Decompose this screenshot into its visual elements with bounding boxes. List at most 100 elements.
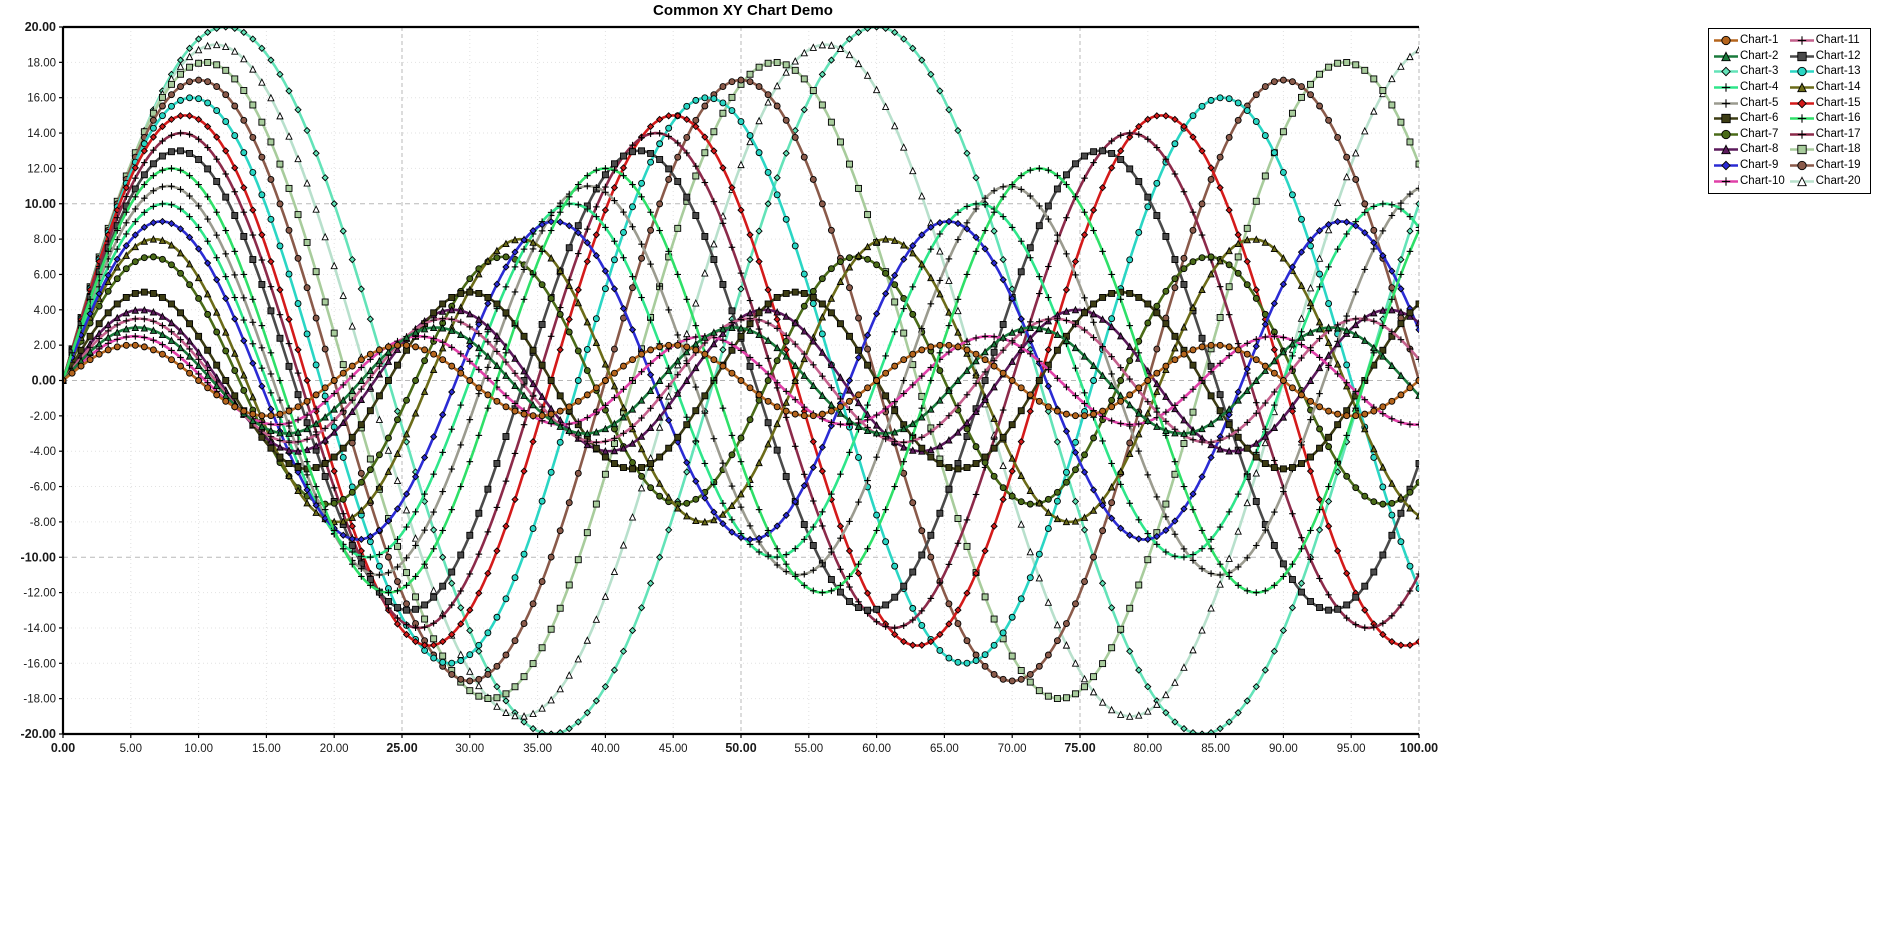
legend-item-chart-13[interactable]: Chart-13 [1789, 64, 1865, 80]
x-axis-tick-label: 95.00 [1337, 743, 1366, 755]
legend[interactable]: Chart-1 Chart-2 Chart-3 Chart-4 Chart-5 Chart… [1708, 28, 1871, 194]
legend-column-1: Chart-1 Chart-2 Chart-3 Chart-4 Chart-5 Chart… [1713, 33, 1789, 189]
legend-item-label: Chart-1 [1740, 34, 1779, 47]
legend-marker-circle-icon [1713, 34, 1739, 47]
legend-marker-square-icon [1789, 50, 1815, 63]
x-axis-tick-label: 15.00 [252, 743, 281, 755]
legend-item-label: Chart-16 [1815, 112, 1861, 125]
legend-marker-diamond-icon [1713, 159, 1739, 172]
x-axis-tick-label: 5.00 [120, 743, 142, 755]
y-axis-tick-label: 8.00 [34, 234, 56, 246]
legend-marker-plus-icon [1713, 175, 1739, 188]
legend-item-label: Chart-14 [1815, 81, 1861, 94]
x-axis-tick-label: 85.00 [1201, 743, 1230, 755]
legend-item-label: Chart-8 [1740, 143, 1779, 156]
y-axis-tick-label: 14.00 [27, 128, 56, 140]
legend-item-chart-14[interactable]: Chart-14 [1789, 80, 1865, 96]
y-axis-tick-label: -18.00 [23, 694, 56, 706]
x-axis-tick-label: 65.00 [930, 743, 959, 755]
legend-item-chart-19[interactable]: Chart-19 [1789, 158, 1865, 174]
y-axis-tick-label: -10.00 [21, 550, 56, 564]
x-axis-tick-label: 90.00 [1269, 743, 1298, 755]
chart-container: Common XY Chart Demo 20.00 18.00 16.00 14.0… [0, 0, 1898, 941]
x-axis-tick-label: 100.00 [1400, 741, 1438, 755]
y-axis-tick-label: 0.00 [32, 374, 56, 388]
legend-marker-diamond-icon [1713, 65, 1739, 78]
y-axis-tick-label: -8.00 [30, 517, 56, 529]
x-axis-tick-label: 80.00 [1133, 743, 1162, 755]
x-axis-tick-label: 45.00 [659, 743, 688, 755]
y-axis-tick-label: -4.00 [30, 446, 56, 458]
legend-item-label: Chart-18 [1815, 143, 1861, 156]
legend-item-label: Chart-2 [1740, 49, 1779, 62]
legend-item-label: Chart-15 [1815, 96, 1861, 109]
legend-item-label: Chart-20 [1815, 174, 1861, 187]
y-axis-tick-label: -20.00 [21, 727, 56, 741]
legend-column-2: Chart-11 Chart-12 Chart-13 Chart-14 Chart-15… [1789, 33, 1865, 189]
legend-marker-square-icon [1713, 112, 1739, 125]
legend-item-chart-3[interactable]: Chart-3 [1713, 64, 1789, 80]
legend-item-chart-11[interactable]: Chart-11 [1789, 33, 1865, 49]
plot-canvas: 20.00 18.00 16.00 14.00 12.00 10.00 8.00 6.00 4.… [21, 20, 1439, 755]
legend-item-label: Chart-3 [1740, 65, 1779, 78]
y-axis-tick-label: 2.00 [34, 340, 56, 352]
legend-item-label: Chart-13 [1815, 65, 1861, 78]
legend-marker-circle-icon [1713, 128, 1739, 141]
legend-item-chart-6[interactable]: Chart-6 [1713, 111, 1789, 127]
x-axis-tick-label: 35.00 [523, 743, 552, 755]
legend-marker-circle-icon [1789, 65, 1815, 78]
y-axis-tick-label: -2.00 [30, 411, 56, 423]
x-axis-tick-label: 20.00 [320, 743, 349, 755]
legend-item-chart-4[interactable]: Chart-4 [1713, 80, 1789, 96]
x-axis-tick-label: 55.00 [794, 743, 823, 755]
legend-marker-plus-icon [1789, 34, 1815, 47]
x-axis-tick-label: 25.00 [386, 741, 417, 755]
legend-marker-plus-icon [1713, 81, 1739, 94]
legend-marker-square-icon [1789, 143, 1815, 156]
x-axis-tick-label: 70.00 [998, 743, 1027, 755]
legend-item-chart-8[interactable]: Chart-8 [1713, 142, 1789, 158]
legend-item-chart-2[interactable]: Chart-2 [1713, 49, 1789, 65]
y-axis-tick-label: 4.00 [34, 305, 56, 317]
legend-marker-plus-icon [1789, 112, 1815, 125]
y-axis-tick-label: 6.00 [34, 269, 56, 281]
legend-item-chart-16[interactable]: Chart-16 [1789, 111, 1865, 127]
legend-marker-diamond-icon [1789, 97, 1815, 110]
legend-item-label: Chart-7 [1740, 127, 1779, 140]
legend-marker-triangle-icon [1789, 81, 1815, 94]
x-axis-tick-label: 60.00 [862, 743, 891, 755]
y-axis-tick-label: -16.00 [23, 658, 56, 670]
y-axis-tick-label: 18.00 [27, 57, 56, 69]
legend-marker-triangle-open-icon [1789, 175, 1815, 188]
legend-item-chart-10[interactable]: Chart-10 [1713, 173, 1789, 189]
legend-item-label: Chart-4 [1740, 81, 1779, 94]
legend-item-chart-9[interactable]: Chart-9 [1713, 158, 1789, 174]
legend-item-chart-20[interactable]: Chart-20 [1789, 173, 1865, 189]
legend-item-chart-15[interactable]: Chart-15 [1789, 95, 1865, 111]
legend-marker-triangle-icon [1713, 143, 1739, 156]
legend-item-label: Chart-9 [1740, 159, 1779, 172]
y-axis-tick-label: 20.00 [25, 20, 56, 34]
y-axis-tick-label: 16.00 [27, 93, 56, 105]
legend-item-chart-17[interactable]: Chart-17 [1789, 127, 1865, 143]
legend-item-chart-1[interactable]: Chart-1 [1713, 33, 1789, 49]
legend-item-label: Chart-6 [1740, 112, 1779, 125]
legend-marker-plus-icon [1789, 128, 1815, 141]
y-axis-tick-label: -14.00 [23, 623, 56, 635]
legend-item-label: Chart-10 [1740, 174, 1785, 187]
legend-item-chart-5[interactable]: Chart-5 [1713, 95, 1789, 111]
legend-item-label: Chart-12 [1815, 49, 1861, 62]
legend-item-chart-12[interactable]: Chart-12 [1789, 49, 1865, 65]
x-axis-tick-label: 75.00 [1064, 741, 1095, 755]
y-axis-tick-label: 10.00 [25, 197, 56, 211]
legend-marker-plus-icon [1713, 97, 1739, 110]
x-axis-tick-label: 40.00 [591, 743, 620, 755]
x-axis-tick-label: 10.00 [184, 743, 213, 755]
legend-item-chart-7[interactable]: Chart-7 [1713, 127, 1789, 143]
y-axis-tick-label: -6.00 [30, 482, 56, 494]
legend-item-label: Chart-17 [1815, 127, 1861, 140]
legend-item-label: Chart-11 [1815, 34, 1860, 47]
legend-item-label: Chart-19 [1815, 159, 1861, 172]
legend-item-chart-18[interactable]: Chart-18 [1789, 142, 1865, 158]
y-axis-tick-label: -12.00 [23, 588, 56, 600]
